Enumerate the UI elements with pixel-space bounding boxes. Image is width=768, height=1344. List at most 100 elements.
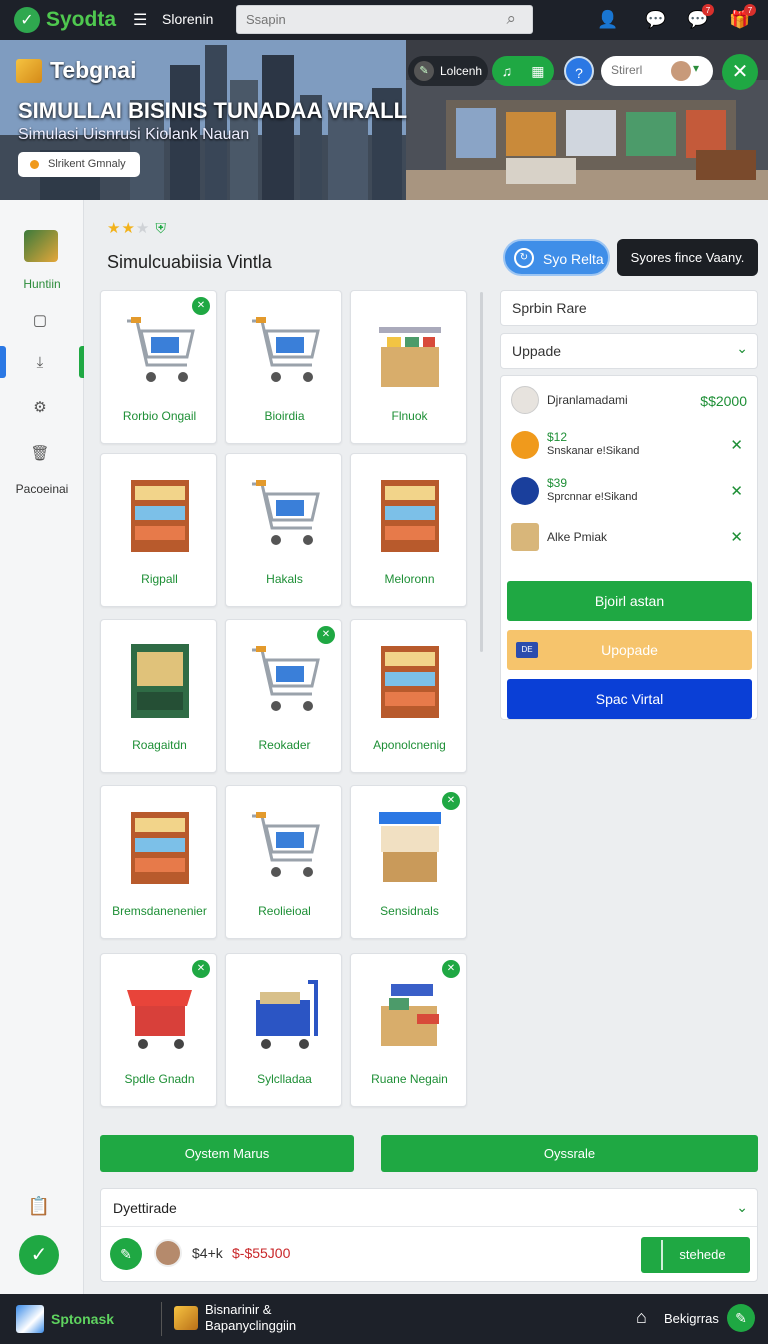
- bottom-app-name[interactable]: Sptonask: [51, 1311, 114, 1327]
- user-settings-icon[interactable]: 👤: [594, 6, 622, 34]
- field-two-select[interactable]: ⌄: [500, 333, 758, 369]
- chevron-down-icon[interactable]: ▾: [693, 61, 699, 75]
- blue-pill-button[interactable]: ↻ Syo Relta: [503, 239, 610, 276]
- panel-green-button[interactable]: Bjoirl astan: [507, 581, 752, 621]
- product-card[interactable]: Flnuok: [350, 290, 467, 444]
- product-card[interactable]: Rigpall: [100, 453, 217, 607]
- dark-button[interactable]: Syores fince Vaany.: [617, 239, 758, 276]
- sidebar-item-tools[interactable]: Pacoeinai: [0, 482, 84, 496]
- app-logo-icon[interactable]: [16, 1305, 44, 1333]
- hero-dark-pill[interactable]: ✎ Lolcenh: [408, 56, 488, 86]
- bottom-right-label[interactable]: Bekigrras: [664, 1311, 719, 1326]
- remove-icon[interactable]: ✕: [730, 528, 743, 546]
- search-icon[interactable]: ⌕: [506, 9, 516, 29]
- product-card[interactable]: Meloronn: [350, 453, 467, 607]
- list-item[interactable]: Djranlamadami $$2000: [511, 382, 747, 418]
- selected-check-icon[interactable]: ✕: [317, 626, 335, 644]
- chat-icon[interactable]: 💬: [642, 6, 670, 34]
- product-label: Reokader: [258, 738, 311, 752]
- product-card[interactable]: Spdle Gnadn ✕: [100, 953, 217, 1107]
- action-right-button[interactable]: Oyssrale: [381, 1135, 758, 1172]
- shopping-cart-icon: [121, 307, 198, 395]
- hero-title: SIMULLAI BISINIS TUNADAA VIRALL: [18, 98, 408, 123]
- gear-icon[interactable]: ⚙: [29, 397, 51, 419]
- app-brand[interactable]: Syodta: [46, 8, 116, 32]
- hero-chip[interactable]: Slrikent Gmnaly: [18, 152, 140, 177]
- list-item[interactable]: $12 Snskanar e!Sikand ✕: [511, 427, 747, 463]
- hero-search-input[interactable]: [611, 56, 671, 84]
- bottom-two-line[interactable]: Bisnarinir & Bapanyclinggiin: [205, 1302, 296, 1334]
- product-label: Sensidnals: [380, 904, 439, 918]
- selected-check-icon[interactable]: ✕: [442, 960, 460, 978]
- product-card[interactable]: Sylclladaa: [225, 953, 342, 1107]
- product-card[interactable]: Bioirdia: [225, 290, 342, 444]
- panel-blue-button[interactable]: Spac Virtal: [507, 679, 752, 719]
- grid-icon[interactable]: ▦: [531, 63, 544, 80]
- field-two-input[interactable]: [501, 334, 701, 368]
- field-one-input[interactable]: [501, 291, 701, 325]
- home-icon[interactable]: ⌂: [636, 1307, 647, 1328]
- crate-icon: [371, 970, 448, 1058]
- chevron-down-icon[interactable]: ⌄: [736, 340, 748, 357]
- leaf-icon[interactable]: ✎: [727, 1304, 755, 1332]
- product-card[interactable]: Hakals: [225, 453, 342, 607]
- compass-icon: ✎: [414, 61, 434, 81]
- summary-header[interactable]: Dyettirade ⌄: [101, 1189, 757, 1227]
- list-item[interactable]: Alke Pmiak ✕: [511, 519, 747, 555]
- left-edge-tab[interactable]: [0, 346, 6, 378]
- gift-icon[interactable]: 🎁 7: [726, 4, 756, 34]
- product-label: Aponolcnenig: [373, 738, 446, 752]
- field-one[interactable]: [500, 290, 758, 326]
- menu-label[interactable]: Slorenin: [162, 11, 213, 27]
- product-card[interactable]: Bremsdanenenier: [100, 785, 217, 939]
- product-card[interactable]: Roagaitdn: [100, 619, 217, 773]
- clipboard-icon[interactable]: 📋: [27, 1196, 51, 1220]
- selected-check-icon[interactable]: ✕: [442, 792, 460, 810]
- music-icon[interactable]: ♫: [502, 63, 513, 79]
- edit-icon[interactable]: ✎: [110, 1238, 142, 1270]
- action-left-button[interactable]: Oystem Marus: [100, 1135, 354, 1172]
- list-item[interactable]: $39 Sprcnnar e!Sikand ✕: [511, 473, 747, 509]
- help-icon[interactable]: ?: [564, 56, 594, 86]
- product-card[interactable]: Reolieioal: [225, 785, 342, 939]
- box-icon[interactable]: [174, 1306, 198, 1330]
- notifications-icon[interactable]: 💬 7: [684, 4, 714, 34]
- selected-check-icon[interactable]: ✕: [192, 960, 210, 978]
- product-card[interactable]: Reokader ✕: [225, 619, 342, 773]
- user-avatar: [154, 1239, 182, 1267]
- order-panel: Djranlamadami $$2000 $12 Snskanar e!Sika…: [500, 375, 758, 720]
- user-avatar[interactable]: [671, 61, 691, 81]
- chevron-down-icon[interactable]: ⌄: [736, 1199, 748, 1216]
- shelf-icon: [371, 636, 448, 724]
- search-input[interactable]: [237, 6, 477, 33]
- shopping-cart-icon: [246, 802, 323, 890]
- menu-icon[interactable]: ☰: [133, 10, 147, 30]
- coin-icon: [511, 431, 539, 459]
- sidebar-item-home[interactable]: Huntiin: [0, 277, 84, 291]
- trash-icon[interactable]: 🗑: [29, 443, 51, 465]
- product-card[interactable]: Ruane Negain ✕: [350, 953, 467, 1107]
- store-home-icon[interactable]: [24, 230, 58, 262]
- upgrade-button[interactable]: DE Upopade: [507, 630, 752, 670]
- product-label: Meloronn: [384, 572, 435, 586]
- hero-green-toggle[interactable]: ♫ ▦: [492, 56, 554, 86]
- remove-icon[interactable]: ✕: [730, 436, 743, 454]
- hero-search-pill[interactable]: ▾: [601, 56, 713, 86]
- right-edge-tab[interactable]: [79, 346, 84, 378]
- square-icon[interactable]: ▢: [29, 310, 51, 332]
- save-button[interactable]: stehede: [641, 1237, 750, 1273]
- remove-icon[interactable]: ✕: [730, 482, 743, 500]
- top-search-box[interactable]: ⌕: [236, 5, 533, 34]
- shelf-icon: [371, 470, 448, 558]
- download-icon[interactable]: ⤓: [29, 352, 51, 374]
- section-title: Simulcuabiisia Vintla: [107, 252, 272, 272]
- product-card[interactable]: Aponolcnenig: [350, 619, 467, 773]
- close-icon[interactable]: ✕: [722, 54, 758, 90]
- product-label: Hakals: [266, 572, 303, 586]
- display-table-icon: [371, 307, 448, 395]
- selected-check-icon[interactable]: ✕: [192, 297, 210, 315]
- product-card[interactable]: Rorbio Ongail ✕: [100, 290, 217, 444]
- product-card[interactable]: Sensidnals ✕: [350, 785, 467, 939]
- grid-scrollbar[interactable]: [480, 292, 483, 652]
- confirm-check-icon[interactable]: ✓: [19, 1235, 59, 1275]
